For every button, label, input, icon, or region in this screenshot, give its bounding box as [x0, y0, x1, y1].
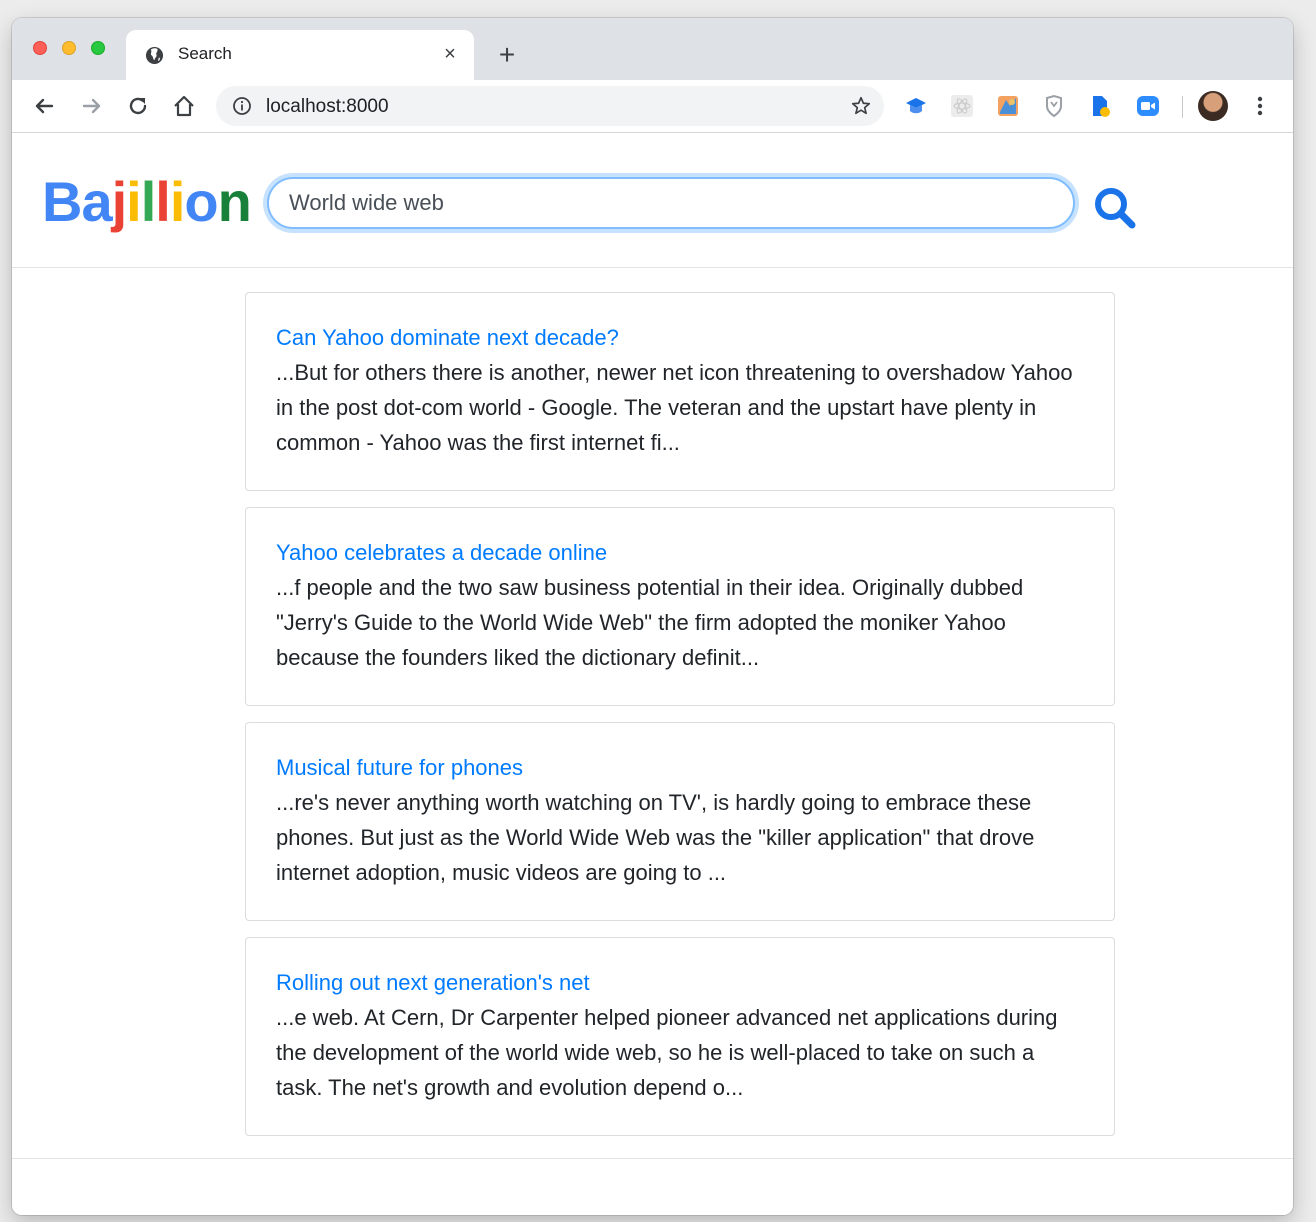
globe-icon	[145, 46, 164, 65]
result-snippet: ...re's never anything worth watching on…	[276, 790, 1035, 885]
browser-toolbar: localhost:8000	[12, 80, 1293, 133]
logo-letter: j	[111, 170, 128, 233]
logo-letter: l	[155, 170, 171, 233]
reload-icon	[129, 97, 147, 115]
info-icon[interactable]	[232, 96, 252, 116]
result-title-link[interactable]: Musical future for phones	[276, 755, 523, 781]
result-snippet: ...e web. At Cern, Dr Carpenter helped p…	[276, 1005, 1058, 1100]
new-tab-button[interactable]: +	[492, 40, 522, 70]
logo-letter: i	[169, 170, 186, 233]
reload-button[interactable]	[124, 92, 152, 120]
back-button[interactable]	[30, 92, 58, 120]
search-icon[interactable]	[1092, 185, 1138, 231]
back-arrow-icon	[35, 98, 54, 114]
document-extension-icon[interactable]	[1088, 94, 1112, 118]
page-content: Bajillion Can Yahoo dominate next decade…	[12, 133, 1293, 1215]
results-list: Can Yahoo dominate next decade? ...But f…	[245, 292, 1115, 1152]
profile-avatar[interactable]	[1198, 91, 1228, 121]
site-logo[interactable]: Bajillion	[42, 169, 252, 234]
close-window-button[interactable]	[33, 41, 47, 55]
logo-letter: o	[184, 170, 218, 233]
site-header: Bajillion	[12, 133, 1293, 268]
result-title-link[interactable]: Yahoo celebrates a decade online	[276, 540, 607, 566]
result-title-link[interactable]: Can Yahoo dominate next decade?	[276, 325, 619, 351]
result-card: Can Yahoo dominate next decade? ...But f…	[245, 292, 1115, 491]
home-button[interactable]	[170, 92, 198, 120]
video-camera-extension-icon[interactable]	[1136, 94, 1160, 118]
minimize-window-button[interactable]	[62, 41, 76, 55]
toolbar-divider	[1182, 96, 1183, 118]
close-tab-icon[interactable]: ×	[438, 42, 462, 66]
colorful-extension-icon[interactable]	[996, 94, 1020, 118]
home-icon	[174, 95, 194, 117]
bookmark-star-icon[interactable]	[850, 95, 872, 117]
graduation-cap-extension-icon[interactable]	[904, 94, 928, 118]
forward-arrow-icon	[82, 98, 101, 114]
more-menu-icon[interactable]	[1250, 92, 1270, 120]
url-text: localhost:8000	[266, 96, 389, 117]
result-card: Rolling out next generation's net ...e w…	[245, 937, 1115, 1136]
result-card: Yahoo celebrates a decade online ...f pe…	[245, 507, 1115, 706]
result-snippet: ...But for others there is another, newe…	[276, 360, 1073, 455]
logo-letter: n	[217, 170, 252, 233]
search-input[interactable]	[267, 177, 1075, 229]
address-bar[interactable]: localhost:8000	[216, 86, 884, 126]
tab-search[interactable]: Search ×	[126, 30, 474, 80]
footer-divider	[12, 1158, 1293, 1159]
result-snippet: ...f people and the two saw business pot…	[276, 575, 1024, 670]
tab-title: Search	[178, 44, 232, 63]
logo-letter: B	[42, 170, 82, 233]
shield-extension-icon[interactable]	[1042, 94, 1066, 118]
maximize-window-button[interactable]	[91, 41, 105, 55]
browser-window: Search × + localhost:8000 Bajillion Worl…	[12, 18, 1293, 1215]
tab-strip: Search × +	[12, 18, 1293, 80]
react-extension-icon[interactable]	[950, 94, 974, 118]
logo-letter: l	[140, 170, 157, 233]
result-title-link[interactable]: Rolling out next generation's net	[276, 970, 590, 996]
logo-letter: i	[126, 170, 142, 233]
logo-letter: a	[81, 170, 112, 233]
forward-button[interactable]	[78, 92, 106, 120]
result-card: Musical future for phones ...re's never …	[245, 722, 1115, 921]
